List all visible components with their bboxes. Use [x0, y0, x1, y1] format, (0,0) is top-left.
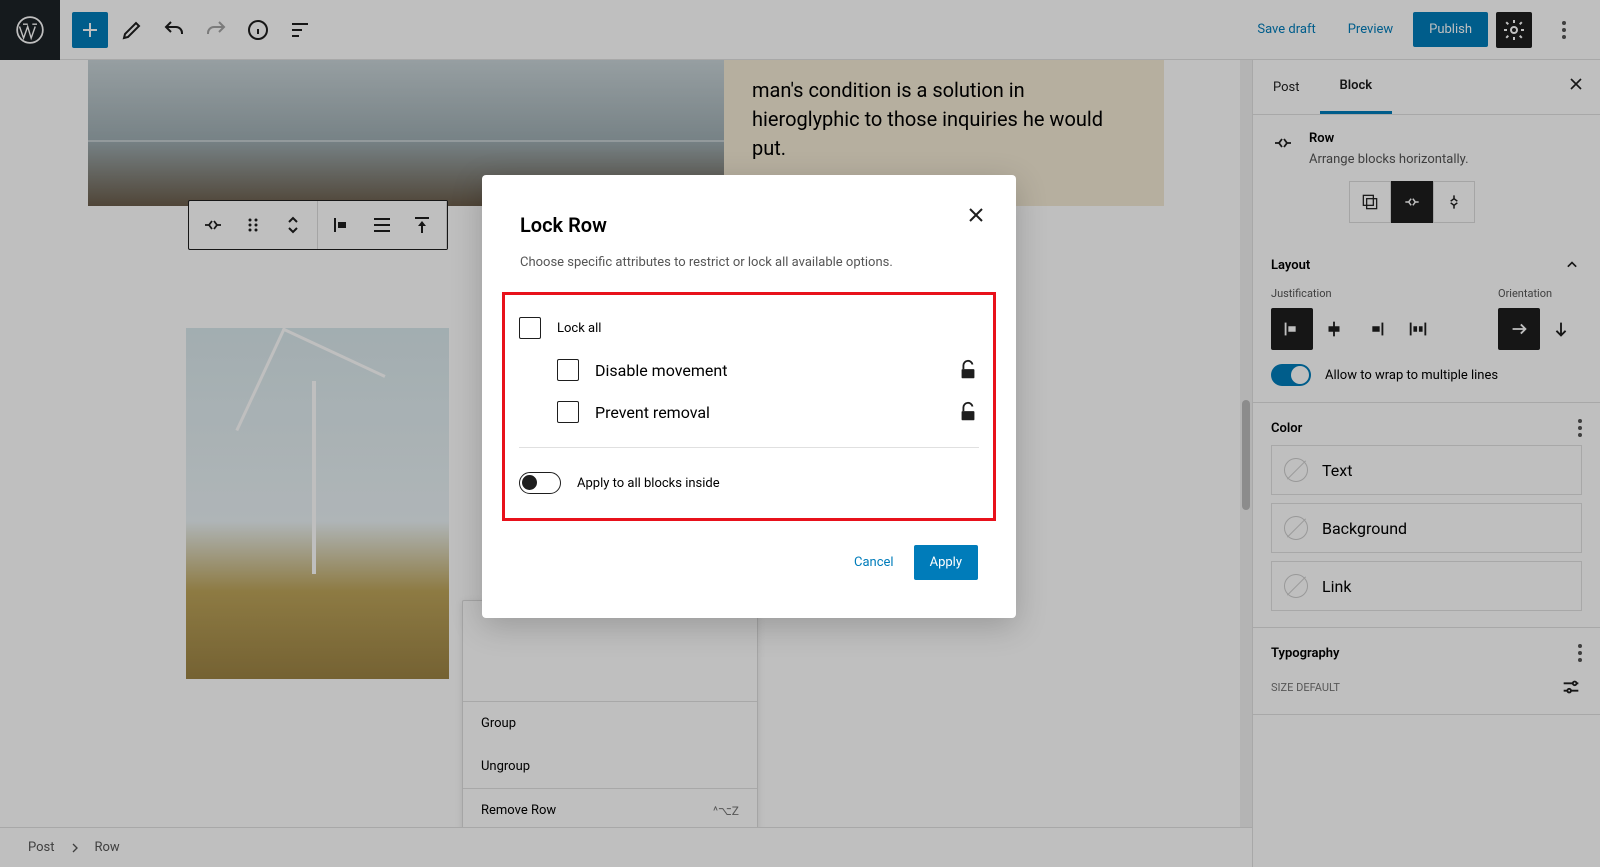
- disable-movement-checkbox[interactable]: [557, 359, 579, 381]
- modal-title: Lock Row: [520, 213, 978, 237]
- modal-close-button[interactable]: [964, 203, 988, 231]
- highlighted-options: Lock all Disable movement Prevent remova…: [502, 292, 996, 521]
- prevent-removal-checkbox[interactable]: [557, 401, 579, 423]
- lock-all-row[interactable]: Lock all: [519, 307, 979, 349]
- lock-all-checkbox[interactable]: [519, 317, 541, 339]
- unlock-icon: [957, 359, 979, 381]
- apply-inside-label: Apply to all blocks inside: [577, 476, 720, 491]
- lock-row-modal: Lock Row Choose specific attributes to r…: [482, 175, 1016, 618]
- cancel-button[interactable]: Cancel: [842, 545, 906, 580]
- modal-description: Choose specific attributes to restrict o…: [520, 255, 978, 270]
- lock-all-label: Lock all: [557, 321, 601, 336]
- prevent-removal-label: Prevent removal: [595, 403, 710, 422]
- apply-button[interactable]: Apply: [914, 545, 978, 580]
- disable-movement-row[interactable]: Disable movement: [519, 349, 979, 391]
- prevent-removal-row[interactable]: Prevent removal: [519, 391, 979, 433]
- unlock-icon: [957, 401, 979, 423]
- disable-movement-label: Disable movement: [595, 361, 727, 380]
- apply-inside-row[interactable]: Apply to all blocks inside: [519, 462, 979, 504]
- apply-inside-toggle[interactable]: [519, 472, 561, 494]
